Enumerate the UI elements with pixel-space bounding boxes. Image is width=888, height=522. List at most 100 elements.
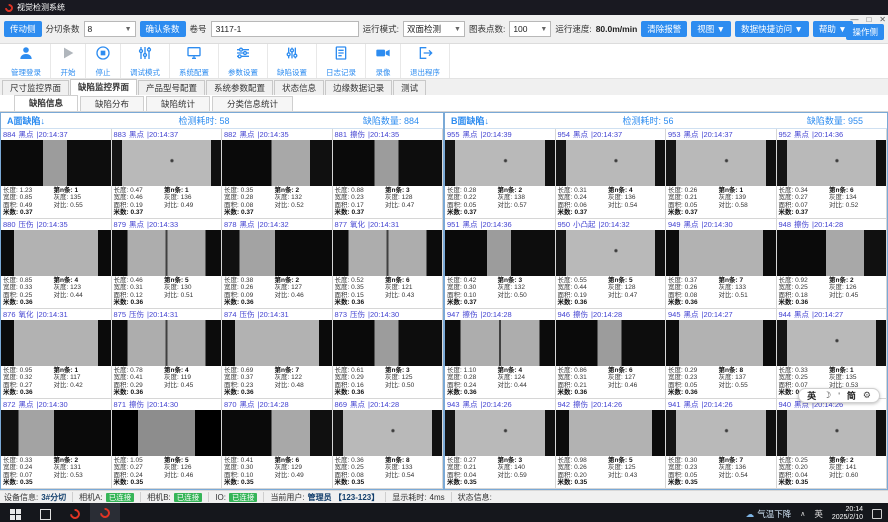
- defect-cell[interactable]: 955 黑点 |20:14:39 长度: 0.28 宽度: 0.22 面积: 0…: [445, 129, 556, 219]
- panel-b-title[interactable]: B面缺陷↓: [451, 114, 489, 127]
- ime-language-bar[interactable]: 英 ☽ ' 简 ⚙: [798, 388, 880, 403]
- defect-image[interactable]: [222, 410, 332, 456]
- tab-5[interactable]: 边缘数据记录: [325, 80, 392, 95]
- defect-cell[interactable]: 943 黑点 |20:14:26 长度: 0.27 宽度: 0.21 面积: 0…: [445, 399, 556, 489]
- defect-image[interactable]: [777, 140, 887, 186]
- defect-cell[interactable]: 947 擦伤 |20:14:28 长度: 1.10 宽度: 0.28 面积: 0…: [445, 309, 556, 399]
- ribbon-stop-button[interactable]: 停止: [86, 44, 121, 78]
- defect-image[interactable]: [222, 230, 332, 276]
- tab-3[interactable]: 系统参数配置: [206, 80, 273, 95]
- defect-cell[interactable]: 884 黑点 |20:14:37 长度: 1.23 宽度: 0.85 面积: 0…: [1, 129, 112, 219]
- defect-image[interactable]: [556, 140, 666, 186]
- defect-image[interactable]: [777, 410, 887, 456]
- defect-cell[interactable]: 870 黑点 |20:14:28 长度: 0.41 宽度: 0.30 面积: 0…: [222, 399, 333, 489]
- defect-image[interactable]: [666, 410, 776, 456]
- view-menu-button[interactable]: 视图 ▼: [691, 21, 731, 37]
- defect-cell[interactable]: 946 擦伤 |20:14:28 长度: 0.86 宽度: 0.31 面积: 0…: [556, 309, 667, 399]
- defect-cell[interactable]: 949 黑点 |20:14:30 长度: 0.37 宽度: 0.26 面积: 0…: [666, 219, 777, 309]
- defect-cell[interactable]: 876 氧化 |20:14:31 长度: 0.95 宽度: 0.32 面积: 0…: [1, 309, 112, 399]
- defect-image[interactable]: [1, 230, 111, 276]
- defect-cell[interactable]: 942 擦伤 |20:14:26 长度: 0.98 宽度: 0.26 面积: 0…: [556, 399, 667, 489]
- defect-image[interactable]: [1, 410, 111, 456]
- defect-image[interactable]: [333, 410, 443, 456]
- defect-cell[interactable]: 940 黑点 |20:14:26 长度: 0.25 宽度: 0.20 面积: 0…: [777, 399, 888, 489]
- tab-2[interactable]: 产品型号配置: [138, 80, 205, 95]
- defect-image[interactable]: [777, 230, 887, 276]
- defect-cell[interactable]: 953 黑点 |20:14:37 长度: 0.26 宽度: 0.21 面积: 0…: [666, 129, 777, 219]
- defect-image[interactable]: [777, 320, 887, 366]
- defect-cell[interactable]: 951 黑点 |20:14:36 长度: 0.42 宽度: 0.30 面积: 0…: [445, 219, 556, 309]
- defect-image[interactable]: [112, 230, 222, 276]
- defect-image[interactable]: [445, 230, 555, 276]
- defect-cell[interactable]: 881 擦伤 |20:14:35 长度: 0.88 宽度: 0.23 面积: 0…: [333, 129, 444, 219]
- defect-cell[interactable]: 882 黑点 |20:14:35 长度: 0.35 宽度: 0.28 面积: 0…: [222, 129, 333, 219]
- defect-image[interactable]: [666, 320, 776, 366]
- ribbon-defect-button[interactable]: 缺陷设置: [268, 44, 317, 78]
- subtab-3[interactable]: 分类信息统计: [212, 96, 293, 111]
- drive-side-button[interactable]: 传动侧: [4, 21, 42, 37]
- defect-image[interactable]: [445, 320, 555, 366]
- defect-cell[interactable]: 883 黑点 |20:14:37 长度: 0.47 宽度: 0.46 面积: 0…: [112, 129, 223, 219]
- active-app-button[interactable]: [90, 503, 120, 522]
- defect-cell[interactable]: 950 小凸起 |20:14:32 长度: 0.55 宽度: 0.44 面积: …: [556, 219, 667, 309]
- operator-side-button[interactable]: 操作侧: [846, 24, 884, 40]
- defect-image[interactable]: [556, 230, 666, 276]
- subtab-1[interactable]: 缺陷分布: [80, 96, 144, 111]
- moon-icon[interactable]: ☽: [823, 390, 831, 401]
- task-view-button[interactable]: [30, 503, 60, 522]
- weather-widget[interactable]: ☁ 气温下降: [746, 508, 792, 520]
- tab-1[interactable]: 缺陷监控界面: [70, 79, 137, 95]
- defect-cell[interactable]: 944 黑点 |20:14:27 长度: 0.33 宽度: 0.25 面积: 0…: [777, 309, 888, 399]
- defect-image[interactable]: [112, 410, 222, 456]
- ribbon-log-button[interactable]: 日志记录: [317, 44, 366, 78]
- defect-cell[interactable]: 875 压伤 |20:14:31 长度: 0.78 宽度: 0.41 面积: 0…: [112, 309, 223, 399]
- tray-expand-icon[interactable]: ∧: [800, 510, 805, 518]
- run-mode-select[interactable]: 双面检测▼: [403, 21, 465, 37]
- defect-cell[interactable]: 880 压伤 |20:14:35 长度: 0.85 宽度: 0.33 面积: 0…: [1, 219, 112, 309]
- ribbon-play-button[interactable]: 开始: [51, 44, 86, 78]
- ribbon-record-button[interactable]: 录像: [366, 44, 401, 78]
- ribbon-system-button[interactable]: 系统配置: [170, 44, 219, 78]
- confirm-count-button[interactable]: 确认条数: [140, 21, 186, 37]
- defect-image[interactable]: [1, 140, 111, 186]
- defect-cell[interactable]: 872 黑点 |20:14:30 长度: 0.33 宽度: 0.24 面积: 0…: [1, 399, 112, 489]
- defect-cell[interactable]: 869 黑点 |20:14:28 长度: 0.36 宽度: 0.25 面积: 0…: [333, 399, 444, 489]
- defect-image[interactable]: [666, 230, 776, 276]
- ribbon-user-button[interactable]: 管理登录: [2, 44, 51, 78]
- defect-image[interactable]: [556, 410, 666, 456]
- taskbar-clock[interactable]: 20:14 2025/2/10: [832, 506, 863, 522]
- subtab-2[interactable]: 缺陷统计: [146, 96, 210, 111]
- notification-center-icon[interactable]: [872, 509, 882, 519]
- defect-image[interactable]: [222, 140, 332, 186]
- tab-0[interactable]: 尺寸监控界面: [2, 80, 69, 95]
- defect-cell[interactable]: 948 擦伤 |20:14:28 长度: 0.92 宽度: 0.25 面积: 0…: [777, 219, 888, 309]
- defect-cell[interactable]: 941 黑点 |20:14:26 长度: 0.30 宽度: 0.23 面积: 0…: [666, 399, 777, 489]
- subtab-0[interactable]: 缺陷信息: [14, 95, 78, 111]
- defect-image[interactable]: [112, 320, 222, 366]
- defect-image[interactable]: [333, 230, 443, 276]
- defect-cell[interactable]: 879 黑点 |20:14:33 长度: 0.46 宽度: 0.31 面积: 0…: [112, 219, 223, 309]
- chart-points-select[interactable]: 100▼: [509, 21, 551, 37]
- gear-icon[interactable]: ⚙: [863, 390, 871, 401]
- defect-image[interactable]: [333, 140, 443, 186]
- clear-alarm-button[interactable]: 清除报警: [641, 21, 687, 37]
- ime-simplified[interactable]: 简: [847, 389, 856, 402]
- split-count-select[interactable]: 8▼: [84, 21, 136, 37]
- input-language-indicator[interactable]: 英: [814, 508, 823, 520]
- ribbon-params-button[interactable]: 参数设置: [219, 44, 268, 78]
- pinned-app-button[interactable]: [60, 503, 90, 522]
- defect-cell[interactable]: 871 擦伤 |20:14:30 长度: 1.05 宽度: 0.27 面积: 0…: [112, 399, 223, 489]
- defect-image[interactable]: [1, 320, 111, 366]
- defect-image[interactable]: [445, 410, 555, 456]
- defect-image[interactable]: [112, 140, 222, 186]
- defect-image[interactable]: [445, 140, 555, 186]
- tab-4[interactable]: 状态信息: [274, 80, 324, 95]
- tab-6[interactable]: 测试: [393, 80, 426, 95]
- quick-data-menu-button[interactable]: 数据快捷访问 ▼: [735, 21, 809, 37]
- defect-cell[interactable]: 877 氧化 |20:14:31 长度: 0.52 宽度: 0.35 面积: 0…: [333, 219, 444, 309]
- defect-image[interactable]: [222, 320, 332, 366]
- defect-cell[interactable]: 874 压伤 |20:14:31 长度: 0.69 宽度: 0.37 面积: 0…: [222, 309, 333, 399]
- defect-image[interactable]: [666, 140, 776, 186]
- comma-icon[interactable]: ': [838, 391, 840, 401]
- panel-a-title[interactable]: A面缺陷↓: [7, 114, 45, 127]
